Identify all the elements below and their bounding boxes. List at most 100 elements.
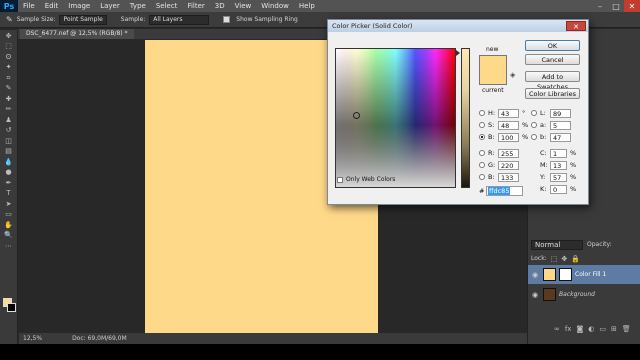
lock-all-icon[interactable]: 🔒 [571,255,580,263]
a-input[interactable]: 5 [550,120,571,130]
m-input[interactable]: 13 [550,160,567,170]
fx-icon[interactable]: fx [565,325,572,337]
lock-pixels-icon[interactable]: ⬚ [551,255,558,263]
new-layer-icon[interactable]: ⊞ [611,325,617,337]
background-color-swatch[interactable] [7,303,16,312]
link-icon[interactable]: ∞ [554,325,560,337]
stamp-tool-icon[interactable]: ♟ [3,116,15,125]
lab-b-input[interactable]: 47 [550,132,571,142]
visibility-eye-icon[interactable]: ◉ [532,291,540,299]
eyedropper-icon[interactable]: ✎ [6,15,13,24]
move-tool-icon[interactable]: ✥ [3,32,15,41]
color-slider[interactable] [461,48,470,188]
folder-icon[interactable]: ▭ [599,325,606,337]
lock-position-icon[interactable]: ✥ [561,255,567,263]
l-input[interactable]: 89 [550,108,571,118]
menu-select[interactable]: Select [151,2,183,10]
r-input[interactable]: 255 [498,148,519,158]
current-color-swatch[interactable] [479,70,507,85]
history-brush-icon[interactable]: ↺ [3,126,15,135]
only-web-colors-checkbox[interactable] [337,176,343,183]
field-row-m: M: 13 % [540,160,577,170]
b-input[interactable]: 100 [498,132,519,142]
radio-r[interactable] [479,150,485,156]
visibility-eye-icon[interactable]: ◉ [532,271,540,279]
menu-window[interactable]: Window [256,2,294,10]
blue-input[interactable]: 133 [498,172,519,182]
only-web-colors-option[interactable]: Only Web Colors [337,176,395,183]
layer-row-color-fill[interactable]: ◉ Color Fill 1 [528,265,640,284]
radio-lab-b[interactable] [531,134,537,140]
blend-row: Normal Opacity: [528,239,640,250]
lock-label: Lock: [531,255,547,262]
radio-b[interactable] [479,134,485,140]
layer-thumbnail [543,268,556,281]
zoom-tool-icon[interactable]: 🔍 [3,231,15,240]
sampling-ring-checkbox[interactable] [223,16,231,23]
c-input[interactable]: 1 [550,148,567,158]
eyedropper-tool-icon[interactable]: ✎ [3,84,15,93]
menu-layer[interactable]: Layer [95,2,125,10]
close-icon[interactable]: ✕ [624,0,640,12]
menu-edit[interactable]: Edit [40,2,64,10]
menu-filter[interactable]: Filter [182,2,209,10]
sample-select[interactable]: All Layers [149,14,210,25]
gradient-tool-icon[interactable]: ▤ [3,147,15,156]
maximize-icon[interactable]: □ [608,0,624,12]
eraser-tool-icon[interactable]: ◫ [3,137,15,146]
hand-tool-icon[interactable]: ✋ [3,221,15,230]
menu-view[interactable]: View [230,2,257,10]
quick-select-tool-icon[interactable]: ✦ [3,63,15,72]
blur-tool-icon[interactable]: 💧 [3,158,15,167]
menu-image[interactable]: Image [63,2,95,10]
menu-type[interactable]: Type [125,2,151,10]
adjustment-icon[interactable]: ◐ [588,325,594,337]
radio-s[interactable] [479,122,485,128]
field-row-c: C: 1 % [540,148,577,158]
shape-tool-icon[interactable]: ▭ [3,210,15,219]
trash-icon[interactable]: 🗑 [622,325,631,337]
slider-arrow-icon[interactable] [456,50,460,56]
crop-tool-icon[interactable]: ⌗ [3,74,15,83]
close-icon[interactable]: ✕ [566,21,586,31]
color-field[interactable] [335,48,456,188]
menu-3d[interactable]: 3D [210,2,230,10]
minimize-icon[interactable]: – [592,0,608,12]
cancel-button[interactable]: Cancel [525,54,580,65]
g-input[interactable]: 220 [498,160,519,170]
y-input[interactable]: 57 [550,172,567,182]
marquee-tool-icon[interactable]: ⬚ [3,42,15,51]
ok-button[interactable]: OK [525,40,580,51]
type-tool-icon[interactable]: T [3,189,15,198]
blend-mode-select[interactable]: Normal [531,239,583,250]
more-tools-icon[interactable]: ⋯ [3,242,15,251]
path-select-tool-icon[interactable]: ➤ [3,200,15,209]
sample-size-select[interactable]: Point Sample [59,14,107,25]
add-to-swatches-button[interactable]: Add to Swatches [525,71,580,91]
k-input[interactable]: 0 [550,184,567,194]
menu-help[interactable]: Help [294,2,320,10]
brush-tool-icon[interactable]: ✏ [3,105,15,114]
healing-tool-icon[interactable]: ✚ [3,95,15,104]
zoom-level[interactable]: 12,5% [23,335,42,342]
radio-l[interactable] [531,110,537,116]
lasso-tool-icon[interactable]: ʘ [3,53,15,62]
pen-tool-icon[interactable]: ✒ [3,179,15,188]
menu-file[interactable]: File [18,2,40,10]
document-tab[interactable]: DSC_6477.nef @ 12,5% (RGB/8) * [20,29,134,39]
radio-h[interactable] [479,110,485,116]
radio-g[interactable] [479,162,485,168]
color-libraries-button[interactable]: Color Libraries [525,88,580,99]
bottom-strip [0,344,640,360]
radio-a[interactable] [531,122,537,128]
dodge-tool-icon[interactable]: ● [3,168,15,177]
h-input[interactable]: 43 [498,108,519,118]
s-input[interactable]: 48 [498,120,519,130]
color-field-marker[interactable] [353,112,360,119]
hex-input[interactable]: ffdc85 [486,186,523,196]
field-row-l: L: 89 [531,108,571,118]
radio-blue[interactable] [479,174,485,180]
gamut-cube-icon[interactable]: ◈ [510,71,518,79]
mask-icon[interactable]: ◙ [576,325,583,337]
layer-row-background[interactable]: ◉ Background [528,285,640,304]
